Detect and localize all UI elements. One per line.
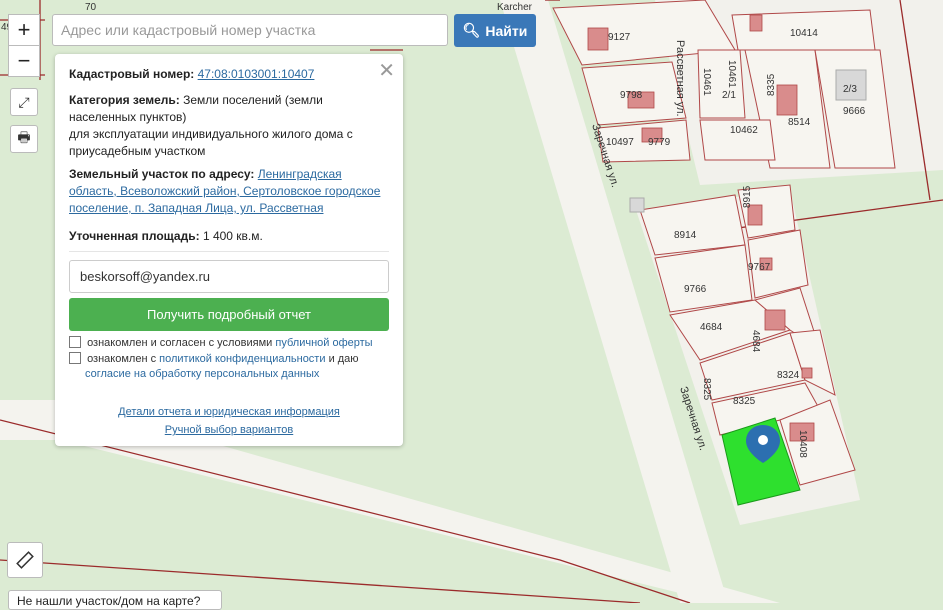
privacy-agreement: ознакомлен с политикой конфиденциальност… [69,352,389,382]
parcel-number: 8915 [742,185,753,208]
street-label-rassvetnaya: Рассветная ул. [674,40,686,117]
ruler-button[interactable] [7,542,43,578]
parcel-number: 8514 [788,117,811,128]
manual-selection-link[interactable]: Ручной выбор вариантов [55,424,403,436]
zoom-out-label: − [17,48,31,73]
land-use-value: для эксплуатации индивидуального жилого … [69,127,353,158]
not-found-link[interactable]: Не нашли участок/дом на карте? [8,590,222,610]
parcel-number: 8335 [766,73,777,96]
land-category-label: Категория земель: [69,93,180,107]
parcel-number: 2/1 [722,90,736,101]
divider [69,251,389,252]
search-input[interactable] [52,14,448,46]
consent-link[interactable]: согласие на обработку персональных данны… [85,368,319,380]
area-label: Уточненная площадь: [69,229,200,243]
offer-text: ознакомлен и согласен с условиями [87,337,273,349]
parcel-number: 9779 [648,137,671,148]
area-value: 1 400 кв.м. [202,229,263,243]
parcel-number: 8324 [777,370,800,381]
parcel-number: 2/3 [843,84,857,95]
privacy-text-2: и даю [328,353,359,365]
email-field[interactable] [69,260,389,293]
print-button[interactable]: 🖶 [10,125,38,153]
cadastral-number-row: Кадастровый номер: 47:08:0103001:10407 [69,66,389,83]
search-icon: 🔍︎ [462,22,481,38]
expand-icon: ⤢ [18,93,30,110]
offer-link[interactable]: публичной оферты [275,337,372,349]
parcel-number: 4684 [700,322,723,333]
search-button-label: Найти [485,22,528,39]
parcel-number: 10461 [726,60,737,88]
address-row: Земельный участок по адресу: Ленинградск… [69,166,389,217]
offer-agreement: ознакомлен и согласен с условиями публич… [69,336,389,351]
get-report-button[interactable]: Получить подробный отчет [69,298,389,331]
parcel-number: 8325 [701,378,712,401]
zoom-out-button[interactable]: − [8,45,40,77]
map-top-label: Karcher [497,2,533,13]
parcel-number: 9766 [684,284,707,295]
get-report-label: Получить подробный отчет [146,307,312,322]
parcel-number: 9798 [620,90,643,101]
report-details-link[interactable]: Детали отчета и юридическая информация [55,406,403,418]
print-icon: 🖶 [17,129,31,145]
offer-checkbox[interactable] [69,336,81,348]
zoom-in-label: + [17,17,31,42]
address-label: Земельный участок по адресу: [69,167,255,181]
map-label-70: 70 [85,2,97,13]
parcel-number: 10408 [797,430,808,458]
privacy-text: ознакомлен с [87,353,157,365]
parcel-number: 10497 [606,137,634,148]
fullscreen-button[interactable]: ⤢ [10,88,38,116]
parcel-number: 10414 [790,28,818,39]
parcel-number: 8325 [733,396,756,407]
cadastral-number-link[interactable]: 47:08:0103001:10407 [198,67,315,81]
parcel-number: 10461 [701,68,712,96]
cadastral-number-label: Кадастровый номер: [69,67,195,81]
parcel-number: 8914 [674,230,697,241]
search-button[interactable]: 🔍︎ Найти [454,14,536,47]
land-category-row: Категория земель: Земли поселений (земли… [69,92,389,160]
parcel-number: 9767 [748,262,771,273]
parcel-number: 10462 [730,125,758,136]
parcel-number: 4684 [750,330,761,353]
parcel-number: 9666 [843,106,866,117]
parcel-info-panel: ✕ Кадастровый номер: 47:08:0103001:10407… [55,54,403,446]
ruler-icon [16,551,34,569]
area-row: Уточненная площадь: 1 400 кв.м. [69,228,389,245]
parcel-number: 9127 [608,32,631,43]
privacy-checkbox[interactable] [69,352,81,364]
privacy-link[interactable]: политикой конфиденциальности [159,353,325,365]
zoom-in-button[interactable]: + [8,14,40,46]
